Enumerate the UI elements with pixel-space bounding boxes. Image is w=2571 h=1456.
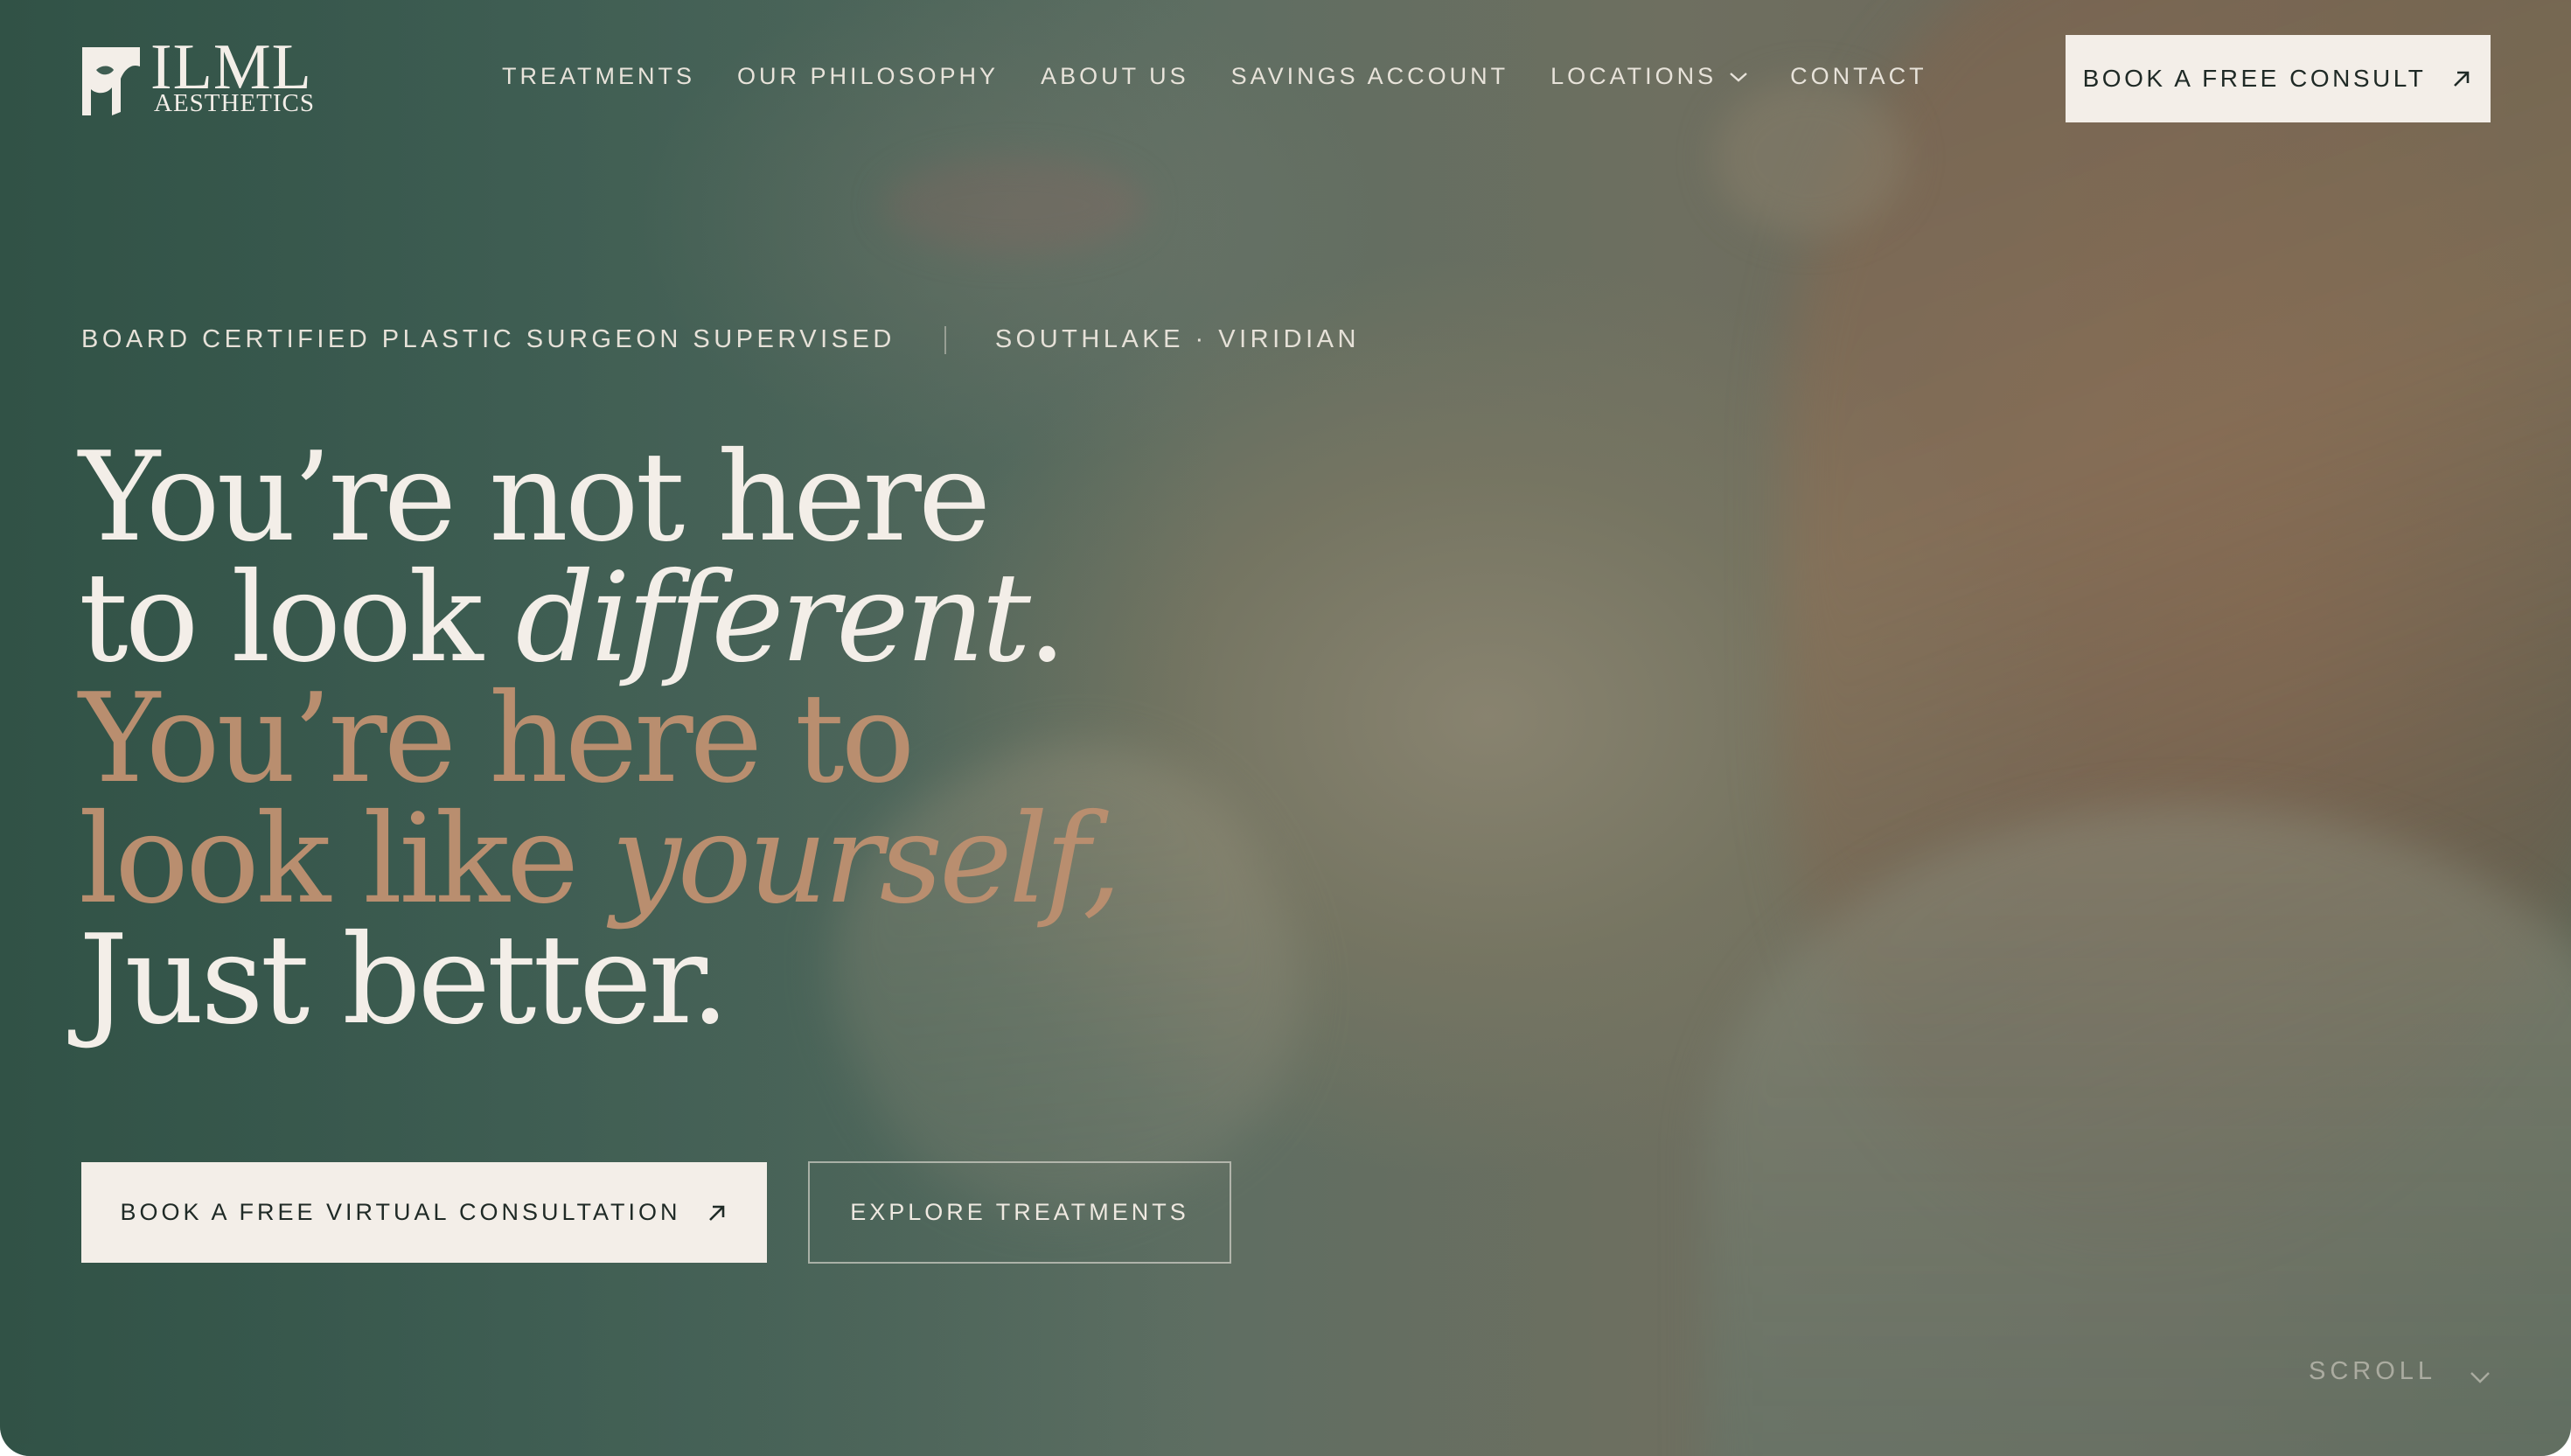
book-consult-label: BOOK A FREE CONSULT — [2082, 65, 2427, 92]
headline-line-5: Just better. — [79, 909, 729, 1052]
hero-photo-lips — [883, 157, 1146, 254]
headline-line-2-period: . — [1028, 547, 1067, 690]
book-virtual-consultation-button[interactable]: BOOK A FREE VIRTUAL CONSULTATION — [81, 1162, 767, 1263]
book-consult-button[interactable]: BOOK A FREE CONSULT — [2066, 35, 2491, 122]
arrow-up-right-icon — [708, 1205, 724, 1221]
eyebrow-divider — [944, 325, 946, 354]
logo-mark-icon — [82, 47, 140, 115]
headline-line-3: You’re here to — [79, 667, 915, 811]
headline-line-4: look like yourself, — [79, 798, 1216, 922]
scroll-label: SCROLL — [2309, 1357, 2437, 1385]
hero-photo-hair — [1784, 0, 2571, 1242]
nav-item-about-us[interactable]: ABOUT US — [1041, 63, 1189, 90]
book-virtual-consultation-label: BOOK A FREE VIRTUAL CONSULTATION — [120, 1199, 681, 1225]
hero-eyebrow: BOARD CERTIFIED PLASTIC SURGEON SUPERVIS… — [81, 325, 1360, 354]
chevron-down-icon — [2470, 1371, 2490, 1383]
nav-item-locations-label: LOCATIONS — [1550, 63, 1717, 89]
eyebrow-credential: BOARD CERTIFIED PLASTIC SURGEON SUPERVIS… — [81, 325, 895, 353]
nav-item-locations[interactable]: LOCATIONS — [1550, 63, 1748, 90]
headline-line-1: You’re not here — [79, 426, 991, 569]
brand-logo[interactable]: ILML AESTHETICS — [80, 35, 314, 119]
scroll-indicator[interactable]: SCROLL — [2309, 1357, 2491, 1386]
nav-item-our-philosophy[interactable]: OUR PHILOSOPHY — [737, 63, 999, 90]
eyebrow-locations: SOUTHLAKE · VIRIDIAN — [994, 325, 1360, 353]
chevron-down-icon — [1730, 72, 1747, 82]
main-nav: TREATMENTS OUR PHILOSOPHY ABOUT US SAVIN… — [502, 63, 1927, 90]
hero-photo-ear — [1714, 79, 1906, 236]
headline-line-2: to look different. — [79, 557, 1216, 680]
arrow-up-right-icon — [2454, 71, 2470, 87]
nav-item-treatments[interactable]: TREATMENTS — [502, 63, 695, 90]
logo-subtitle: AESTHETICS — [154, 89, 315, 117]
nav-item-contact[interactable]: CONTACT — [1790, 63, 1927, 90]
hero-headline: You’re not here to look different. You’r… — [79, 426, 1216, 1052]
hero-section: ILML AESTHETICS TREATMENTS OUR PHILOSOPH… — [0, 0, 2571, 1456]
nav-item-savings-account[interactable]: SAVINGS ACCOUNT — [1231, 63, 1509, 90]
explore-treatments-button[interactable]: EXPLORE TREATMENTS — [808, 1161, 1231, 1264]
